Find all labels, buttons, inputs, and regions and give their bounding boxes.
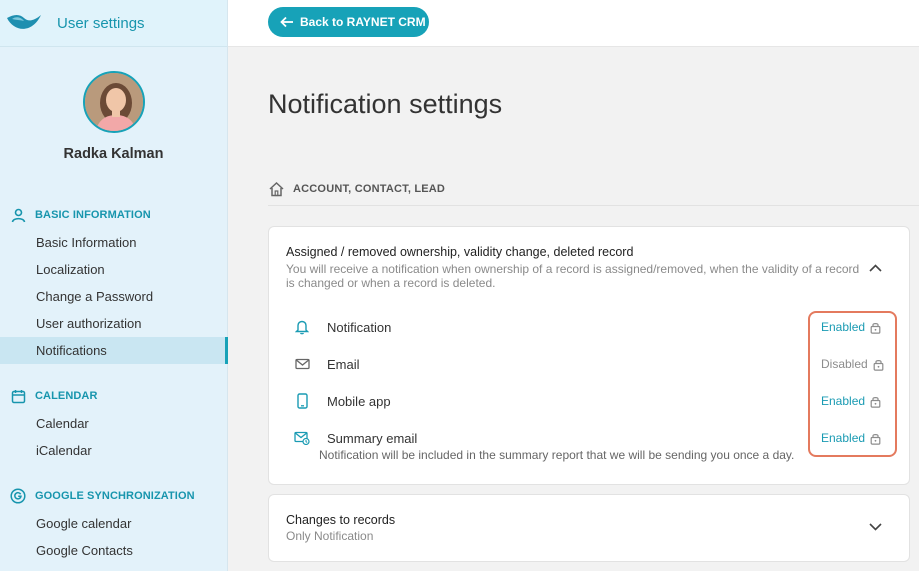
notification-card-ownership: Assigned / removed ownership, validity c… [268,226,910,485]
status-toggle-notification[interactable]: Enabled [821,319,881,335]
section-label: BASIC INFORMATION [35,209,151,221]
sidebar-item-calendar[interactable]: Calendar [0,410,228,437]
envelope-icon [294,356,310,372]
sidebar-item-user-authorization[interactable]: User authorization [0,310,228,337]
calendar-icon [10,388,26,404]
status-toggle-mobile-app[interactable]: Enabled [821,393,881,409]
status-text: Enabled [821,320,866,334]
sidebar-item-google-calendar[interactable]: Google calendar [0,510,228,537]
app-title: User settings [57,14,145,32]
sidebar-section-calendar: CALENDAR Calendar iCalendar [0,386,228,464]
user-icon [10,207,26,223]
sidebar-item-basic-information[interactable]: Basic Information [0,229,228,256]
sidebar-item-change-password[interactable]: Change a Password [0,283,228,310]
status-toggle-summary-email[interactable]: Enabled [821,430,881,446]
lock-icon [870,395,881,408]
chevron-down-icon[interactable] [868,520,882,534]
status-text: Enabled [821,394,866,408]
channel-label: Email [327,356,360,372]
breadcrumb: ACCOUNT, CONTACT, LEAD [268,181,445,197]
back-to-crm-button[interactable]: Back to RAYNET CRM [268,7,429,37]
avatar[interactable] [82,71,145,133]
section-heading: CALENDAR [0,386,228,406]
section-heading: BASIC INFORMATION [0,205,228,225]
lock-icon [870,432,881,445]
sidebar-item-localization[interactable]: Localization [0,256,228,283]
notification-card-changes-to-records[interactable]: Changes to records Only Notification [268,494,910,562]
breadcrumb-text: ACCOUNT, CONTACT, LEAD [293,183,446,195]
status-toggle-email[interactable]: Disabled [821,356,884,372]
home-icon [268,181,286,197]
avatar-photo-icon [84,73,143,131]
card-title: Assigned / removed ownership, validity c… [286,245,634,259]
top-bar: Back to RAYNET CRM [228,0,919,47]
summary-email-icon [294,430,310,446]
sidebar-header: User settings [0,0,227,47]
channel-row-email: Email [286,354,886,374]
raynet-logo-icon [7,15,41,29]
page-title: Notification settings [268,89,503,119]
main-content: Notification settings ACCOUNT, CONTACT, … [228,47,919,571]
section-label: CALENDAR [35,390,98,402]
lock-icon [873,358,884,371]
chevron-up-icon[interactable] [868,261,882,275]
card-description-line1: You will receive a notification when own… [286,262,860,276]
sidebar: User settings Radka Kalman BASIC INFORMA… [0,0,228,571]
bell-icon [294,319,310,335]
google-icon [10,488,26,504]
channel-label: Mobile app [327,393,391,409]
sidebar-section-google-sync: GOOGLE SYNCHRONIZATION Google calendar G… [0,486,228,564]
status-text: Enabled [821,431,866,445]
divider [268,205,919,206]
section-label: GOOGLE SYNCHRONIZATION [35,490,195,502]
card-title: Changes to records [286,513,396,527]
sidebar-item-notifications[interactable]: Notifications [0,337,228,364]
sidebar-item-icalendar[interactable]: iCalendar [0,437,228,464]
card-subtitle: Only Notification [286,529,374,543]
section-heading: GOOGLE SYNCHRONIZATION [0,486,228,506]
channel-row-mobile-app: Mobile app [286,391,886,411]
sidebar-section-basic-information: BASIC INFORMATION Basic Information Loca… [0,205,228,364]
channel-sublabel: Notification will be included in the sum… [319,448,795,462]
card-description-line2: is changed or when a record is deleted. [286,276,496,290]
channel-row-summary-email: Summary email [286,428,886,448]
arrow-left-icon [280,16,294,28]
status-text: Disabled [821,357,868,371]
smartphone-icon [294,393,310,409]
channel-row-notification: Notification [286,317,886,337]
user-name: Radka Kalman [63,146,164,162]
sidebar-item-google-contacts[interactable]: Google Contacts [0,537,228,564]
channel-label: Notification [327,319,392,335]
back-button-label: Back to RAYNET CRM [300,15,426,29]
lock-icon [870,321,881,334]
profile: Radka Kalman [0,47,227,162]
channel-label: Summary email [327,430,418,446]
